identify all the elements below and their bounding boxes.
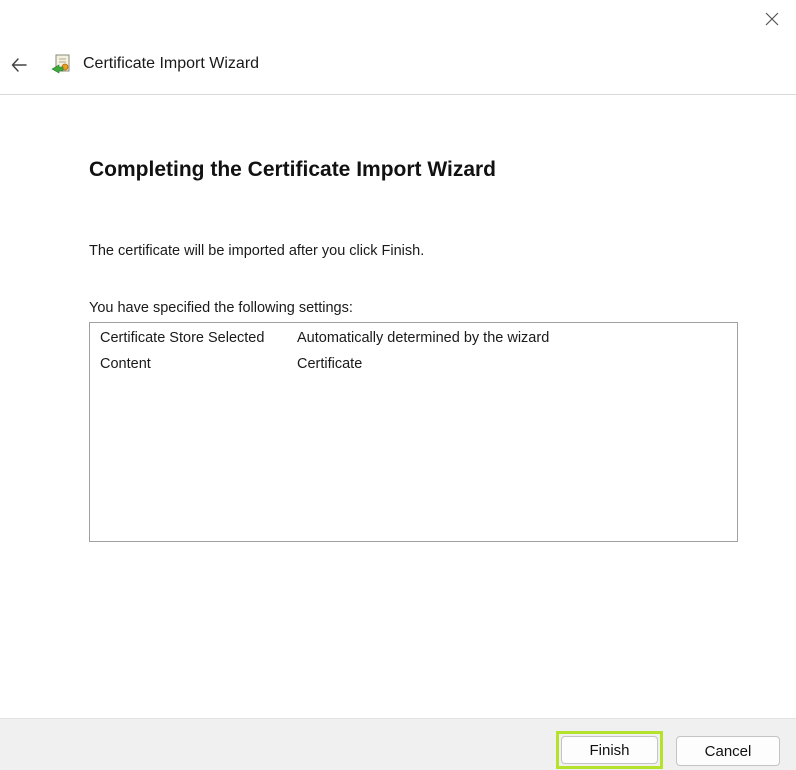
setting-value: Certificate — [297, 356, 363, 372]
finish-highlight: Finish — [556, 731, 663, 769]
close-button[interactable] — [752, 0, 792, 38]
back-arrow-icon — [11, 58, 27, 72]
title-bar: Certificate Import Wizard — [0, 38, 796, 95]
cancel-button[interactable]: Cancel — [676, 736, 780, 766]
settings-label: You have specified the following setting… — [89, 300, 353, 316]
setting-key: Certificate Store Selected — [100, 330, 265, 346]
window-title: Certificate Import Wizard — [83, 55, 260, 72]
setting-value: Automatically determined by the wizard — [297, 330, 550, 346]
close-icon — [765, 12, 779, 26]
settings-list[interactable]: Certificate Store Selected Automatically… — [89, 322, 738, 542]
certificate-icon — [51, 54, 70, 74]
footer-bar: Finish Cancel — [0, 718, 796, 770]
wizard-window: Certificate Import Wizard Completing the… — [0, 0, 796, 770]
info-text: The certificate will be imported after y… — [89, 243, 425, 259]
back-button[interactable] — [4, 50, 34, 80]
setting-key: Content — [100, 356, 151, 372]
finish-button[interactable]: Finish — [561, 736, 658, 764]
page-heading: Completing the Certificate Import Wizard — [89, 158, 497, 181]
